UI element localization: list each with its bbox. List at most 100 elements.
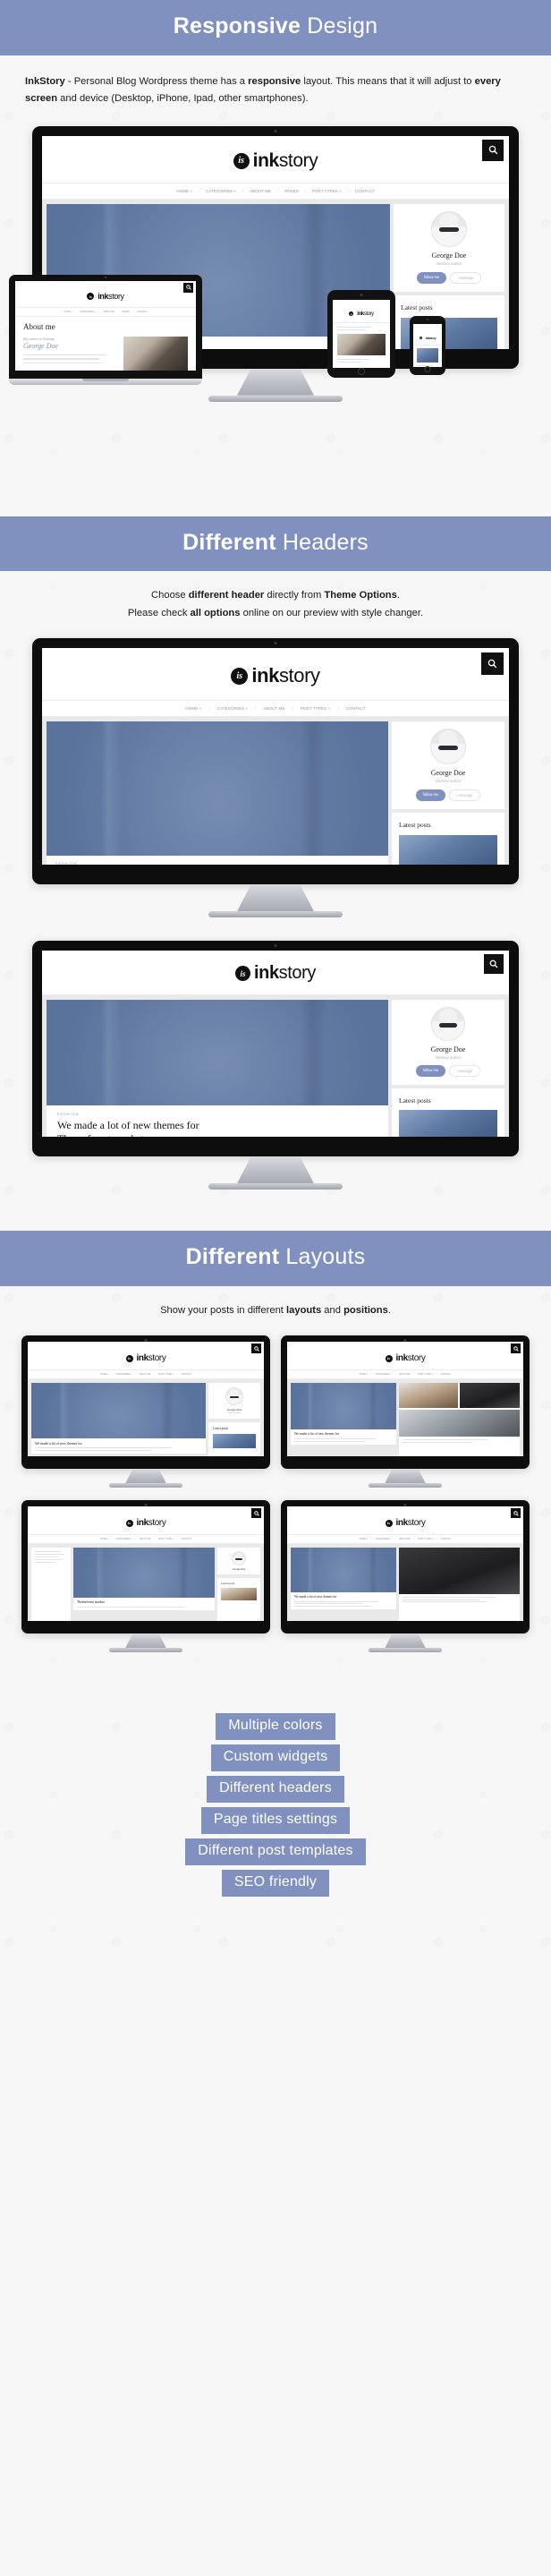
nav-item-4[interactable]: CONTACT bbox=[441, 1373, 451, 1376]
latest-post-thumb[interactable] bbox=[213, 1434, 256, 1449]
nav-item-1[interactable]: CATEGORIES » bbox=[116, 1538, 132, 1540]
site-logo[interactable]: is inkstory bbox=[87, 292, 124, 301]
gallery-thumb[interactable] bbox=[460, 1383, 520, 1409]
site-logo[interactable]: is inkstory bbox=[125, 1353, 166, 1363]
message-button[interactable]: message bbox=[449, 789, 481, 802]
site-logo[interactable]: is inkstory bbox=[349, 311, 374, 317]
post-title-line1[interactable]: We made a lot of new themes for bbox=[57, 1119, 377, 1132]
search-button[interactable] bbox=[183, 282, 193, 293]
post-title[interactable]: We made a lot of new themes for bbox=[294, 1432, 393, 1437]
site-logo[interactable]: is inkstory bbox=[419, 336, 437, 340]
nav-item-0[interactable]: HOME » bbox=[185, 706, 201, 711]
gallery-thumb[interactable] bbox=[398, 1548, 520, 1595]
nav-item-0[interactable]: HOME » bbox=[176, 189, 192, 193]
nav-item-0[interactable]: HOME » bbox=[360, 1538, 368, 1540]
feature-pill-page-titles-settings[interactable]: Page titles settings bbox=[200, 1807, 351, 1835]
nav-item-2[interactable]: ABOUT ME bbox=[140, 1373, 150, 1376]
nav-item-2[interactable]: ABOUT ME bbox=[263, 706, 284, 711]
message-button[interactable]: message bbox=[449, 1065, 481, 1078]
feature-pill-different-post-templates[interactable]: Different post templates bbox=[185, 1838, 366, 1866]
feature-pill-different-headers[interactable]: Different headers bbox=[207, 1776, 344, 1804]
feature-pill-custom-widgets[interactable]: Custom widgets bbox=[210, 1744, 341, 1772]
nav-item-0[interactable]: HOME » bbox=[100, 1373, 108, 1376]
latest-post-thumb[interactable] bbox=[399, 1110, 497, 1138]
site-nav[interactable]: HOME » / CATEGORIES » / ABOUT ME / POST TYP… bbox=[287, 1535, 523, 1545]
featured-post-card[interactable]: FASHION We made a lot of new themes for … bbox=[47, 1000, 388, 1138]
gallery-card[interactable] bbox=[398, 1383, 520, 1457]
site-nav[interactable]: HOME » / CATEGORIES » / ABOUT ME / POST TYP… bbox=[42, 701, 509, 718]
text-line bbox=[35, 1449, 152, 1451]
nav-item-4[interactable]: CONTACT bbox=[345, 706, 365, 711]
message-button[interactable]: message bbox=[450, 271, 482, 284]
latest-post-thumb[interactable] bbox=[399, 835, 497, 866]
search-button[interactable] bbox=[511, 1343, 521, 1354]
follow-me-button[interactable]: follow me bbox=[416, 271, 447, 284]
nav-item-4[interactable]: CONTACT bbox=[182, 1373, 191, 1376]
search-button[interactable] bbox=[481, 653, 504, 676]
nav-item-4[interactable]: CONTACT bbox=[441, 1538, 451, 1540]
site-logo[interactable]: is inkstory bbox=[385, 1518, 426, 1528]
latest-post-thumb[interactable] bbox=[221, 1588, 257, 1601]
nav-item-1[interactable]: CATEGORIES » bbox=[376, 1538, 392, 1540]
search-button[interactable] bbox=[251, 1508, 261, 1519]
post-title-line2[interactable]: Themeforest market bbox=[57, 1132, 377, 1137]
gallery-thumb[interactable] bbox=[398, 1383, 459, 1409]
nav-item-0[interactable]: HOME » bbox=[360, 1373, 368, 1376]
nav-item-2[interactable]: ABOUT ME bbox=[399, 1538, 410, 1540]
nav-item-2[interactable]: ABOUT ME bbox=[103, 311, 114, 313]
nav-item-0[interactable]: HOME » bbox=[100, 1538, 108, 1540]
nav-item-3[interactable]: POST TYPES » bbox=[418, 1373, 433, 1376]
nav-item-5[interactable]: CONTACT bbox=[355, 189, 375, 193]
post-tag[interactable]: FASHION bbox=[57, 1112, 377, 1116]
nav-item-3[interactable]: POST TYPES » bbox=[158, 1373, 174, 1376]
nav-item-2[interactable]: ABOUT ME bbox=[399, 1373, 410, 1376]
nav-item-2[interactable]: ABOUT ME bbox=[140, 1538, 150, 1540]
nav-item-3[interactable]: PAGES bbox=[123, 311, 130, 313]
follow-me-button[interactable]: follow me bbox=[415, 789, 446, 802]
featured-post-card[interactable]: We made a lot of new themes for bbox=[291, 1548, 396, 1609]
post-title[interactable]: We made a lot of new themes for bbox=[294, 1595, 393, 1599]
site-logo[interactable]: is inkstory bbox=[385, 1353, 426, 1363]
post-title[interactable]: Themeforest market bbox=[77, 1600, 211, 1605]
intro-responsive: InkStory - Personal Blog Wordpress theme… bbox=[0, 55, 551, 114]
nav-item-1[interactable]: CATEGORIES » bbox=[206, 189, 236, 193]
nav-item-1[interactable]: CATEGORIES » bbox=[376, 1373, 392, 1376]
nav-item-3[interactable]: POST TYPES » bbox=[158, 1538, 174, 1540]
nav-item-5[interactable]: CONTACT bbox=[137, 311, 147, 313]
follow-me-button[interactable]: follow me bbox=[415, 1065, 446, 1078]
post-tag[interactable]: FASHION bbox=[55, 861, 379, 865]
site-nav[interactable]: HOME » / CATEGORIES » / ABOUT ME / POST TYP… bbox=[28, 1535, 264, 1545]
nav-item-2[interactable]: ABOUT ME bbox=[250, 189, 271, 193]
nav-item-3[interactable]: POST TYPES » bbox=[418, 1538, 433, 1540]
feature-pill-multiple-colors[interactable]: Multiple colors bbox=[216, 1713, 335, 1741]
post-title[interactable]: We made a lot of new themes for bbox=[35, 1441, 202, 1446]
site-nav[interactable]: HOME » / CATEGORIES » / ABOUT ME / POST TYP… bbox=[287, 1370, 523, 1380]
nav-item-4[interactable]: CONTACT bbox=[182, 1538, 191, 1540]
nav-item-1[interactable]: CATEGORIES » bbox=[116, 1373, 132, 1376]
site-logo[interactable]: is inkstory bbox=[233, 150, 318, 172]
site-logo[interactable]: is inkstory bbox=[234, 963, 316, 984]
nav-item-3[interactable]: PAGES bbox=[284, 189, 299, 193]
feature-pill-seo-friendly[interactable]: SEO friendly bbox=[221, 1870, 330, 1898]
featured-post-card[interactable]: We made a lot of new themes for bbox=[291, 1383, 396, 1445]
search-button[interactable] bbox=[251, 1343, 261, 1354]
search-button[interactable] bbox=[511, 1508, 521, 1519]
gallery-thumb[interactable] bbox=[398, 1410, 520, 1437]
nav-sep: / bbox=[98, 310, 100, 313]
featured-post-card[interactable]: FASHION We made a lot of new themes for bbox=[47, 721, 388, 866]
site-logo[interactable]: is inkstory bbox=[125, 1518, 166, 1528]
site-nav[interactable]: HOME » / CATEGORIES » / ABOUT ME / POST TYP… bbox=[28, 1370, 264, 1380]
site-nav[interactable]: HOME » / CATEGORIES » / ABOUT ME / PAGES / C… bbox=[15, 307, 196, 317]
nav-item-1[interactable]: CATEGORIES » bbox=[217, 706, 248, 711]
search-button[interactable] bbox=[482, 139, 504, 161]
nav-item-0[interactable]: HOME » bbox=[64, 311, 72, 313]
featured-post-card[interactable]: We made a lot of new themes for bbox=[31, 1383, 206, 1454]
nav-item-1[interactable]: CATEGORIES » bbox=[80, 311, 96, 313]
nav-item-3[interactable]: POST TYPES » bbox=[301, 706, 330, 711]
gallery-card[interactable] bbox=[398, 1548, 520, 1622]
featured-post-card[interactable]: Themeforest market bbox=[73, 1548, 215, 1611]
site-nav[interactable]: HOME » / CATEGORIES » / ABOUT ME / PAGES / P… bbox=[42, 183, 509, 200]
nav-item-4[interactable]: POST TYPES » bbox=[312, 189, 342, 193]
search-button[interactable] bbox=[484, 954, 504, 975]
site-logo[interactable]: is inkstory bbox=[231, 664, 320, 687]
